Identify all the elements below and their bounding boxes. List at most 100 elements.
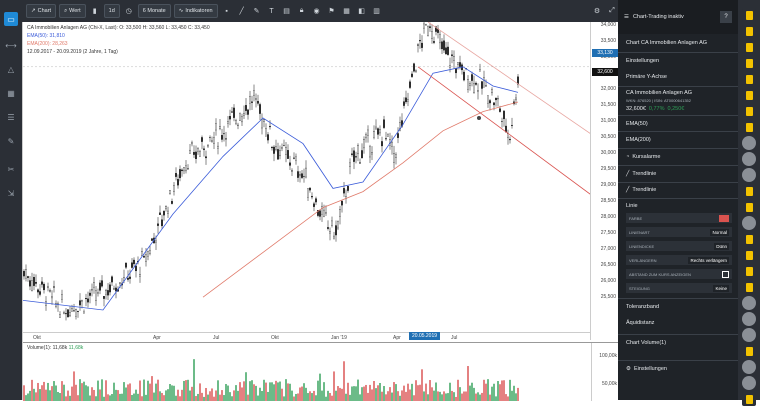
linienart-value[interactable]: Normal bbox=[710, 228, 729, 236]
candle-body bbox=[201, 137, 203, 142]
line-tool-icon[interactable]: ⟷ bbox=[4, 38, 18, 52]
candle-body bbox=[403, 101, 405, 106]
watchlist-icon[interactable] bbox=[742, 200, 756, 214]
candle-body bbox=[487, 95, 489, 104]
liniendicke-value[interactable]: Dünn bbox=[714, 242, 729, 250]
watchlist-icon[interactable] bbox=[742, 8, 756, 22]
user-avatar[interactable] bbox=[742, 360, 756, 374]
candle-body bbox=[191, 142, 193, 145]
grid-icon[interactable]: ▥ bbox=[371, 4, 383, 18]
volume-bar bbox=[347, 382, 349, 401]
watchlist-icon[interactable] bbox=[742, 120, 756, 134]
measure-icon[interactable]: ⇲ bbox=[4, 186, 18, 200]
verlaengern-value[interactable]: Rechts verlängern bbox=[688, 256, 729, 264]
abstand-row[interactable]: ABSTAND ZUM KURS ANZEIGEN bbox=[626, 269, 732, 279]
watchlist-icon[interactable] bbox=[742, 56, 756, 70]
volume-bar bbox=[65, 396, 67, 401]
chart-tool-icon[interactable]: ▭ bbox=[4, 12, 18, 26]
user-avatar[interactable] bbox=[742, 376, 756, 390]
price-chart[interactable] bbox=[23, 22, 591, 332]
user-avatar[interactable] bbox=[742, 216, 756, 230]
primaere-achse-item[interactable]: Primäre Y-Achse bbox=[618, 70, 738, 84]
triangle-tool-icon[interactable]: △ bbox=[4, 62, 18, 76]
candle-body bbox=[447, 46, 449, 55]
volume-pane[interactable]: Volume(1): 11,68k 11,68k 100,00k 50,00k bbox=[23, 342, 619, 401]
expand-icon[interactable]: ⤢ bbox=[606, 4, 618, 18]
user-avatar[interactable] bbox=[742, 296, 756, 310]
aequidistanz-item[interactable]: Äquidistanz bbox=[618, 316, 738, 330]
user-avatar[interactable] bbox=[742, 312, 756, 326]
abstand-checkbox[interactable] bbox=[722, 270, 729, 278]
range-label: 6 Monate bbox=[142, 8, 166, 14]
steigung-row[interactable]: STEIGUNG Keine bbox=[626, 283, 732, 293]
stock-name[interactable]: CA Immobilien Anlagen AG bbox=[618, 89, 738, 97]
einstellungen-item[interactable]: Einstellungen bbox=[618, 54, 738, 68]
watchlist-icon[interactable] bbox=[742, 184, 756, 198]
indikatoren-button[interactable]: ∿ Indikatoren bbox=[173, 4, 218, 18]
flag-icon[interactable]: ⚑ bbox=[326, 4, 338, 18]
text-icon[interactable]: T bbox=[266, 4, 278, 18]
user-avatar[interactable] bbox=[742, 328, 756, 342]
watchlist-icon[interactable] bbox=[742, 232, 756, 246]
farbe-row[interactable]: FARBE bbox=[626, 213, 732, 223]
chart-button[interactable]: ↗ Chart bbox=[26, 4, 57, 18]
kursalarme-item[interactable]: ◔ Kursalarme bbox=[618, 150, 738, 164]
trendline-upper[interactable] bbox=[427, 22, 591, 135]
chart-area[interactable]: CA Immobilien Anlagen AG (Chi-X, Last): … bbox=[22, 22, 619, 401]
ema200-item[interactable]: EMA(200) bbox=[618, 133, 738, 147]
brush-tool-icon[interactable]: ✎ bbox=[4, 134, 18, 148]
toleranzband-item[interactable]: Toleranzband bbox=[618, 300, 738, 314]
trendlinie-item-1[interactable]: ╱ Trendlinie bbox=[618, 167, 738, 181]
verlaengern-row[interactable]: VERLÄNGERN Rechts verlängern bbox=[626, 255, 732, 265]
layout-icon[interactable]: ▤ bbox=[281, 4, 293, 18]
candle-icon[interactable]: ▮ bbox=[89, 4, 101, 18]
pattern-tool-icon[interactable]: ▦ bbox=[4, 86, 18, 100]
time-tick: Jul bbox=[213, 335, 220, 341]
trendline-handle[interactable] bbox=[477, 116, 481, 120]
trendline-icon[interactable]: ╱ bbox=[236, 4, 248, 18]
ema50-line[interactable] bbox=[23, 66, 519, 311]
linienart-row[interactable]: LINIENART Normal bbox=[626, 227, 732, 237]
calendar-icon[interactable]: ▦ bbox=[341, 4, 353, 18]
watchlist-icon[interactable] bbox=[742, 40, 756, 54]
liniendicke-row[interactable]: LINIENDICKE Dünn bbox=[626, 241, 732, 251]
settings-icon[interactable]: ⚙ bbox=[591, 4, 603, 18]
wert-button[interactable]: ⌕ Wert bbox=[59, 4, 86, 18]
volume-bar bbox=[261, 390, 263, 401]
clock-icon[interactable]: ◷ bbox=[123, 4, 135, 18]
watchlist-icon[interactable] bbox=[742, 392, 756, 406]
pencil-icon[interactable]: ✎ bbox=[251, 4, 263, 18]
menu-icon[interactable]: ☰ bbox=[624, 14, 629, 20]
ema200-line[interactable] bbox=[202, 101, 519, 298]
range-button[interactable]: 6 Monate bbox=[137, 4, 171, 18]
farbe-swatch[interactable] bbox=[719, 214, 729, 222]
lock-icon[interactable]: 🔒︎ bbox=[296, 4, 308, 18]
volume-bar bbox=[353, 386, 355, 401]
watchlist-icon[interactable] bbox=[742, 248, 756, 262]
ema50-item[interactable]: EMA(50) bbox=[618, 117, 738, 131]
trendlinie-item-2[interactable]: ╱ Trendlinie bbox=[618, 183, 738, 197]
candle-body bbox=[139, 274, 141, 277]
watchlist-icon[interactable] bbox=[742, 344, 756, 358]
eye-icon[interactable]: ◉ bbox=[311, 4, 323, 18]
time-axis[interactable]: Okt Apr Jul Okt Jan '19 Apr Jul bbox=[23, 332, 591, 342]
volume-bar bbox=[483, 379, 485, 401]
watchlist-icon[interactable] bbox=[742, 280, 756, 294]
watchlist-icon[interactable] bbox=[742, 72, 756, 86]
trendline-lower[interactable] bbox=[417, 66, 591, 196]
steigung-value[interactable]: Keine bbox=[713, 284, 729, 292]
watchlist-icon[interactable] bbox=[742, 264, 756, 278]
watchlist-icon[interactable] bbox=[742, 104, 756, 118]
interval-button[interactable]: 1d bbox=[103, 4, 120, 18]
scissors-icon[interactable]: ✂ bbox=[4, 162, 18, 176]
user-avatar[interactable] bbox=[742, 152, 756, 166]
fib-tool-icon[interactable]: ☰ bbox=[4, 110, 18, 124]
user-avatar[interactable] bbox=[742, 168, 756, 182]
volume-einstellungen-item[interactable]: ⚙ Einstellungen bbox=[618, 362, 738, 376]
marker-icon[interactable]: ▪ bbox=[221, 4, 233, 18]
help-button[interactable]: ? bbox=[720, 11, 732, 23]
watchlist-icon[interactable] bbox=[742, 24, 756, 38]
user-avatar[interactable] bbox=[742, 136, 756, 150]
watchlist-icon[interactable] bbox=[742, 88, 756, 102]
camera-icon[interactable]: ◧ bbox=[356, 4, 368, 18]
